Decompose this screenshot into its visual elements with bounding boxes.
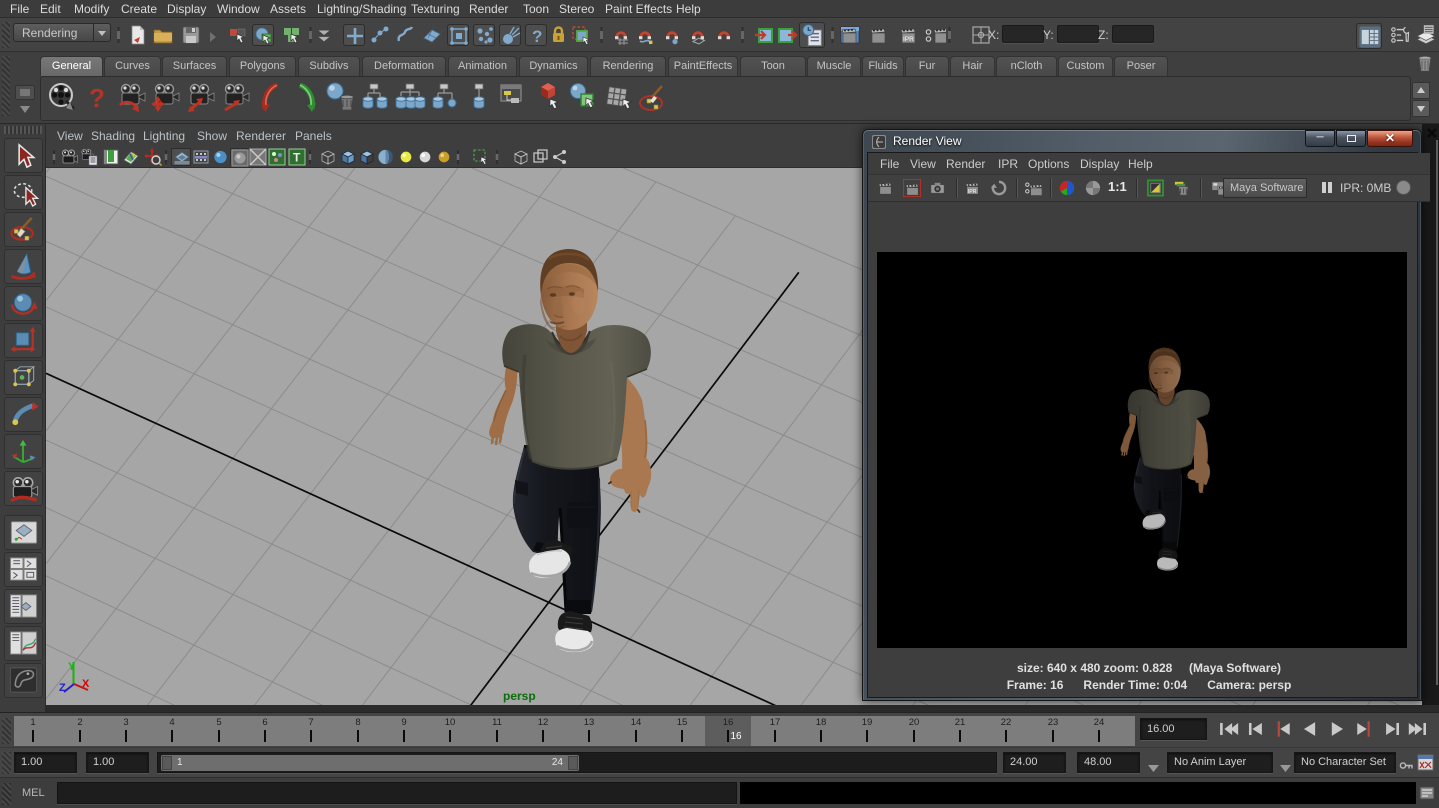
svg-text:X: X xyxy=(82,678,90,690)
svg-text:?: ? xyxy=(89,83,105,113)
svg-text:IPR: IPR xyxy=(903,36,914,43)
svg-text:?: ? xyxy=(532,27,542,46)
svg-text:T: T xyxy=(293,151,301,165)
svg-text:persp: persp xyxy=(503,689,536,703)
svg-text:Z: Z xyxy=(59,682,66,694)
svg-text:Y: Y xyxy=(68,661,76,673)
svg-text:IPR: IPR xyxy=(968,189,977,195)
